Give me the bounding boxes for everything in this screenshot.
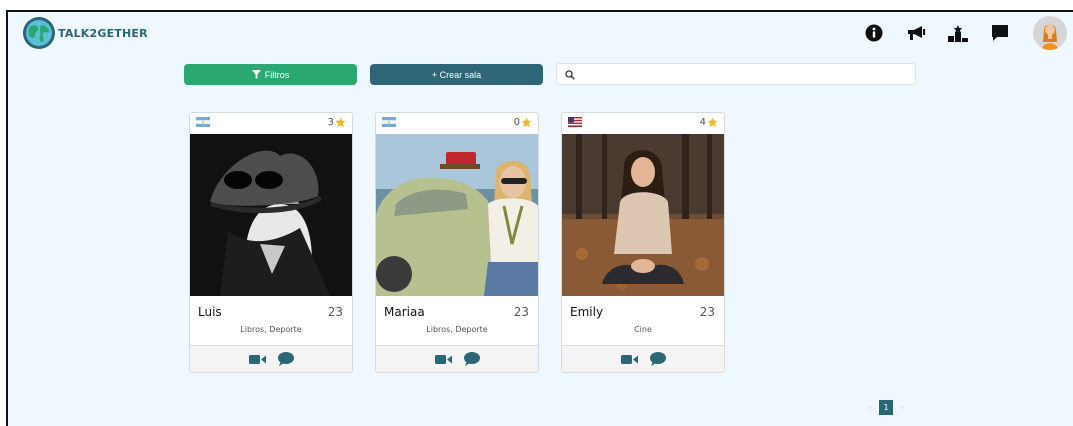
video-call-icon[interactable] [620,354,638,365]
create-room-button[interactable]: + Crear sala [370,64,543,85]
user-age: 23 [327,305,343,319]
user-name: Emily [570,305,604,319]
user-interests: Libros, Deporte [240,325,302,334]
card-info: Emily 23 Cine [562,296,724,346]
navbar: TALK2GETHER [8,12,1073,58]
card-header: 4 [562,113,724,134]
card-info: Luis 23 Libros, Deporte [190,296,352,346]
ranking-icon[interactable] [947,22,969,44]
rating-value: 0 [513,117,520,128]
filter-icon [251,70,261,79]
argentina-flag-icon [382,117,396,127]
user-interests: Libros, Deporte [426,325,488,334]
card-actions [190,346,352,372]
argentina-flag-icon [196,117,210,127]
search-bar[interactable] [556,63,916,85]
chat-bubble-icon[interactable] [277,352,294,366]
brand-name: TALK2GETHER [58,26,148,40]
search-icon [565,65,575,84]
brand[interactable]: TALK2GETHER [22,16,148,50]
card-header: 0 [376,113,538,134]
globe-logo-icon [23,17,55,49]
rating: 4 [700,117,718,128]
star-icon [521,117,532,128]
man-with-hat-photo [190,134,352,296]
star-icon [707,117,718,128]
card-actions [562,346,724,372]
user-name: Luis [198,305,222,319]
chat-bubble-icon[interactable] [649,352,666,366]
chat-bubble-icon[interactable] [463,352,480,366]
chat-icon[interactable] [989,22,1011,44]
nav-icons [863,16,1073,50]
user-card[interactable]: 0 Mariaa 23 Libros, Deporte [375,112,539,373]
rating: 0 [514,117,532,128]
rating: 3 [328,117,346,128]
usa-flag-icon [568,117,582,127]
user-interests: Cine [634,325,652,334]
prev-page-button[interactable]: ‹ [865,403,875,412]
megaphone-icon[interactable] [905,22,927,44]
next-page-button[interactable]: › [897,403,907,412]
page: TALK2GETHER Filtros + Crear sala 3 Luis … [0,0,1073,426]
search-input[interactable] [581,65,915,83]
pagination: ‹ 1 › [865,400,907,415]
page-number-button[interactable]: 1 [879,400,893,415]
user-card[interactable]: 3 Luis 23 Libros, Deporte [189,112,353,373]
user-avatar[interactable] [1033,16,1067,50]
rating-value: 4 [699,117,706,128]
rating-value: 3 [327,117,334,128]
filter-button-label: Filtros [264,69,290,80]
info-icon[interactable] [863,22,885,44]
video-call-icon[interactable] [248,354,266,365]
card-header: 3 [190,113,352,134]
create-room-label: + Crear sala [431,69,482,80]
card-actions [376,346,538,372]
woman-with-car-photo [376,134,538,296]
woman-in-leaves-photo [562,134,724,296]
user-age: 23 [699,305,715,319]
card-info: Mariaa 23 Libros, Deporte [376,296,538,346]
user-name: Mariaa [384,305,425,319]
video-call-icon[interactable] [434,354,452,365]
user-card[interactable]: 4 Emily 23 Cine [561,112,725,373]
app-window: TALK2GETHER Filtros + Crear sala 3 Luis … [6,10,1073,426]
user-age: 23 [513,305,529,319]
star-icon [335,117,346,128]
filter-button[interactable]: Filtros [184,64,357,85]
